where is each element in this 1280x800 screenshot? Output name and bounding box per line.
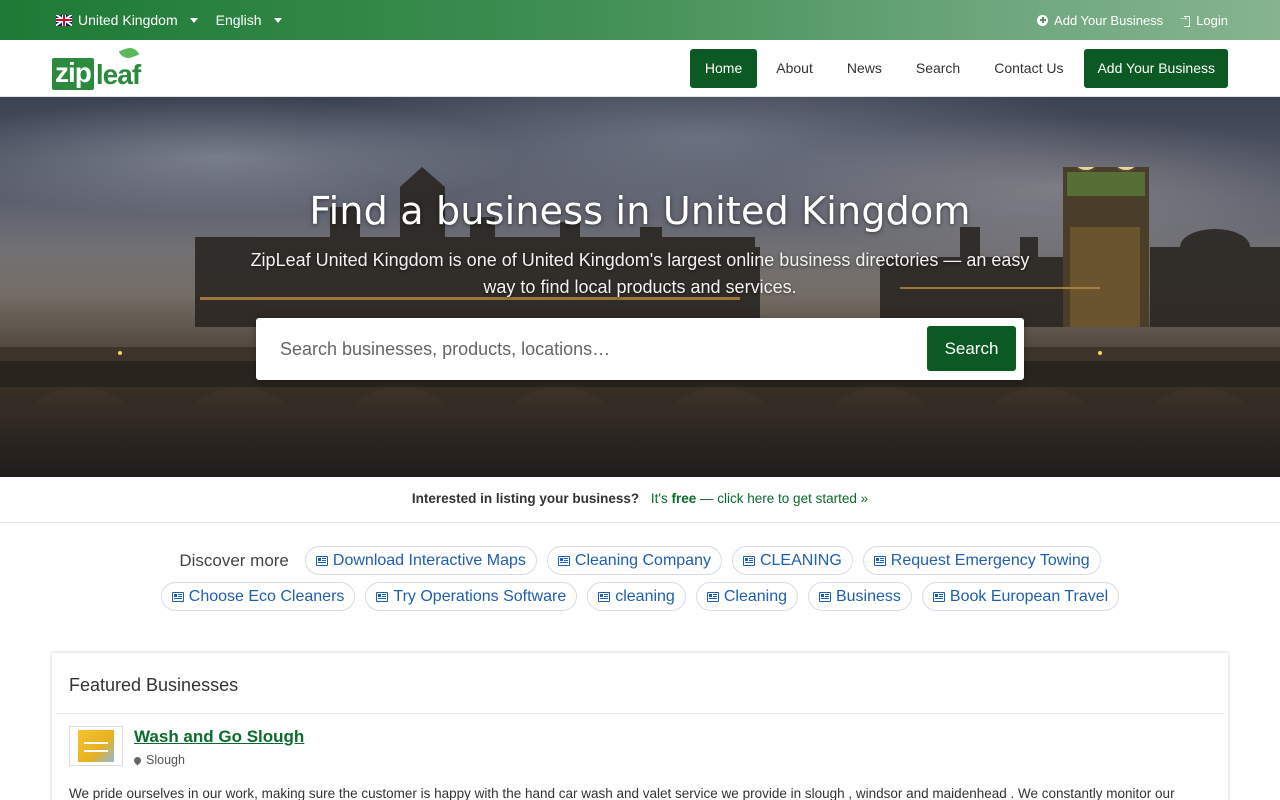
discover-chip[interactable]: CLEANING [731, 546, 853, 575]
nav-search[interactable]: Search [901, 49, 975, 88]
newspaper-icon [557, 555, 570, 566]
nav-contact[interactable]: Contact Us [979, 49, 1078, 88]
business-thumbnail[interactable] [69, 726, 123, 766]
hero-banner: Find a business in United Kingdom ZipLea… [0, 97, 1280, 477]
chip-label: Cleaning [723, 587, 787, 605]
sign-in-icon [1178, 11, 1191, 27]
main-navbar: zip leaf Home About News Search Contact … [0, 40, 1280, 97]
chip-label: Business [835, 587, 901, 605]
discover-label: Discover more [179, 550, 289, 570]
newspaper-icon [376, 591, 389, 602]
featured-heading: Featured Businesses [56, 653, 1224, 714]
plus-circle-icon [1037, 14, 1049, 26]
nav-menu: Home About News Search Contact Us Add Yo… [689, 49, 1228, 88]
listing-promo-bar: Interested in listing your business? It'… [0, 477, 1280, 523]
caret-down-icon [189, 17, 198, 23]
country-label: United Kingdom [78, 12, 178, 28]
promo-get-started-link[interactable]: It's free — click here to get started » [651, 491, 868, 506]
promo-question: Interested in listing your business? [411, 491, 640, 506]
promo-link-suffix: — click here to get started » [696, 491, 869, 506]
discover-chip[interactable]: Request Emergency Towing [862, 546, 1101, 575]
top-add-business-link[interactable]: Add Your Business [1037, 13, 1163, 28]
discover-chip[interactable]: Try Operations Software [365, 582, 578, 611]
chip-label: cleaning [615, 587, 675, 605]
login-label: Login [1196, 12, 1228, 28]
map-marker-icon [132, 755, 143, 765]
river-image [0, 387, 1280, 477]
discover-chip[interactable]: Book European Travel [921, 582, 1120, 611]
discover-row-1: Discover more Download Interactive Maps … [0, 546, 1280, 575]
hero-title: Find a business in United Kingdom [309, 189, 971, 233]
caret-down-icon [273, 17, 282, 23]
newspaper-icon [706, 591, 719, 602]
discover-chip[interactable]: cleaning [587, 582, 686, 611]
newspaper-icon [171, 591, 184, 602]
top-bar: United Kingdom English Add Your Business… [0, 0, 1280, 40]
chip-label: Try Operations Software [393, 587, 567, 605]
discover-chip[interactable]: Choose Eco Cleaners [160, 582, 356, 611]
featured-businesses-panel: Featured Businesses Wash and Go Slough S… [52, 653, 1228, 800]
newspaper-icon [742, 555, 755, 566]
logo-leaf-text: leaf [95, 59, 141, 90]
uk-flag-icon [56, 14, 72, 26]
promo-link-prefix: It's [650, 491, 672, 506]
search-input[interactable] [256, 318, 916, 380]
newspaper-icon [932, 591, 945, 602]
business-description: We pride ourselves in our work, making s… [69, 786, 1175, 800]
logo-zip: zip [52, 58, 94, 90]
chip-label: Choose Eco Cleaners [188, 587, 345, 605]
nav-news[interactable]: News [832, 49, 897, 88]
hero-content: Find a business in United Kingdom ZipLea… [0, 189, 1280, 301]
chip-label: Download Interactive Maps [332, 551, 526, 569]
language-selector[interactable]: English [216, 12, 282, 28]
business-location-label: Slough [146, 753, 185, 767]
logo-leaf: leaf [94, 45, 141, 90]
zipleaf-logo[interactable]: zip leaf [52, 45, 141, 90]
top-bar-left: United Kingdom English [56, 0, 282, 40]
hero-subtitle: ZipLeaf United Kingdom is one of United … [250, 250, 1030, 297]
business-location: Slough [132, 753, 185, 767]
chip-label: Cleaning Company [574, 551, 711, 569]
newspaper-icon [818, 591, 831, 602]
nav-add-business-button[interactable]: Add Your Business [1084, 49, 1228, 88]
top-bar-right: Add Your Business Login [1037, 0, 1228, 40]
country-selector[interactable]: United Kingdom [56, 12, 198, 28]
language-label: English [215, 12, 262, 28]
discover-chip[interactable]: Cleaning Company [546, 546, 722, 575]
newspaper-icon [598, 591, 611, 602]
discover-row-2: Choose Eco Cleaners Try Operations Softw… [0, 582, 1280, 611]
login-link[interactable]: Login [1178, 11, 1228, 28]
business-name-link[interactable]: Wash and Go Slough [134, 727, 304, 747]
newspaper-icon [873, 555, 886, 566]
chip-label: CLEANING [759, 551, 842, 569]
chip-label: Request Emergency Towing [890, 551, 1090, 569]
search-button[interactable]: Search [927, 326, 1016, 371]
top-add-business-label: Add Your Business [1054, 12, 1164, 28]
newspaper-icon [315, 555, 328, 566]
promo-link-free: free [671, 491, 697, 506]
hero-search-box: Search [256, 318, 1024, 380]
business-logo-image [78, 730, 114, 762]
discover-chip[interactable]: Business [807, 582, 912, 611]
chip-label: Book European Travel [949, 587, 1109, 605]
discover-more-section: Discover more Download Interactive Maps … [0, 523, 1280, 653]
nav-home[interactable]: Home [689, 49, 758, 88]
discover-chip[interactable]: Download Interactive Maps [304, 546, 537, 575]
business-listing: Wash and Go Slough Slough We pride ourse… [52, 714, 1228, 800]
discover-chip[interactable]: Cleaning [695, 582, 798, 611]
nav-about[interactable]: About [761, 49, 828, 88]
